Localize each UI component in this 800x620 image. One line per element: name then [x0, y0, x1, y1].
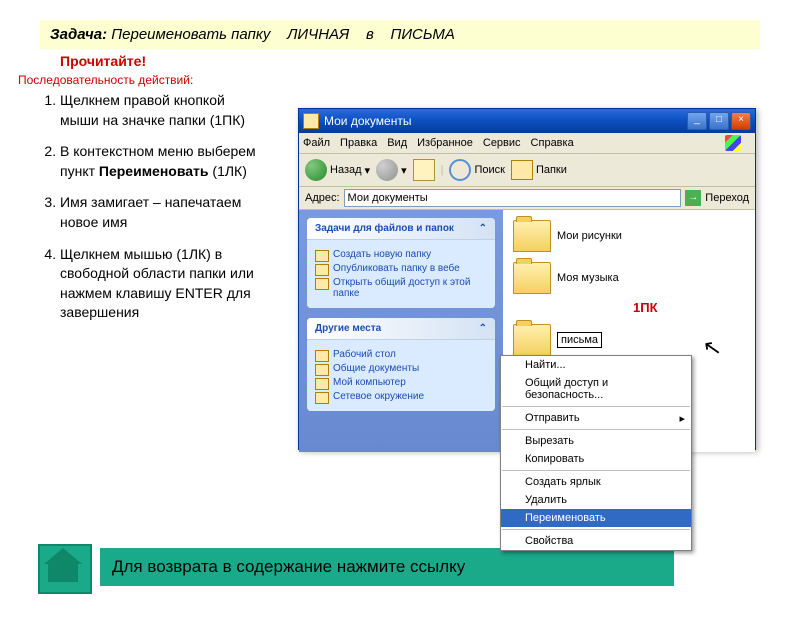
- separator: [502, 406, 690, 407]
- minimize-button[interactable]: _: [687, 112, 707, 130]
- menu-help[interactable]: Справка: [531, 137, 574, 149]
- tasks-header: Задачи для файлов и папок: [315, 223, 454, 234]
- footer-link[interactable]: Для возврата в содержание нажмите ссылку: [100, 548, 674, 586]
- step-3: Имя замигает – напечатаем новое имя: [60, 193, 260, 232]
- step-2: В контекстном меню выберем пункт Переиме…: [60, 142, 260, 181]
- places-header: Другие места: [315, 323, 381, 334]
- menu-edit[interactable]: Правка: [340, 137, 377, 149]
- home-button[interactable]: [38, 544, 92, 594]
- ctx-properties[interactable]: Свойства: [501, 532, 691, 550]
- task-to: ПИСЬМА: [390, 26, 454, 43]
- task-banner: Задача: Переименовать папку ЛИЧНАЯ в ПИС…: [40, 20, 760, 49]
- ctx-create-shortcut[interactable]: Создать ярлык: [501, 473, 691, 491]
- back-icon: [305, 159, 327, 181]
- windows-logo-icon: [725, 135, 741, 151]
- search-button[interactable]: Поиск: [449, 159, 504, 181]
- places-panel: Другие места ⌃ Рабочий стол Общие докумен…: [307, 318, 495, 411]
- separator: [502, 529, 690, 530]
- toolbar: Назад ▾ ▾ | Поиск Папки: [299, 154, 755, 187]
- up-button[interactable]: [413, 159, 435, 181]
- collapse-icon[interactable]: ⌃: [479, 223, 487, 234]
- tasks-panel: Задачи для файлов и папок ⌃ Создать новую…: [307, 218, 495, 308]
- folder-icon: [303, 113, 319, 129]
- task-link-publish[interactable]: Опубликовать папку в вебе: [315, 263, 487, 274]
- separator: [502, 470, 690, 471]
- menu-view[interactable]: Вид: [387, 137, 407, 149]
- context-menu: Найти... Общий доступ и безопасность... …: [500, 355, 692, 551]
- folder-my-music[interactable]: Моя музыка: [513, 262, 745, 294]
- address-bar: Адрес: → Переход: [299, 187, 755, 210]
- task-text: Переименовать папку: [111, 26, 270, 43]
- menu-favorites[interactable]: Избранное: [417, 137, 473, 149]
- task-mid: в: [366, 26, 374, 43]
- step-4: Щелкнем мышью (1ЛК) в свободной области …: [60, 245, 260, 323]
- maximize-button[interactable]: □: [709, 112, 729, 130]
- place-shared-docs[interactable]: Общие документы: [315, 363, 487, 374]
- place-desktop[interactable]: Рабочий стол: [315, 349, 487, 360]
- ctx-find[interactable]: Найти...: [501, 356, 691, 374]
- side-panel: Задачи для файлов и папок ⌃ Создать новую…: [299, 210, 503, 452]
- back-button[interactable]: Назад ▾: [305, 159, 370, 181]
- ctx-copy[interactable]: Копировать: [501, 450, 691, 468]
- folder-icon: [513, 220, 551, 252]
- separator: [502, 429, 690, 430]
- titlebar[interactable]: Мои документы _ □ ×: [299, 109, 755, 133]
- address-input[interactable]: [344, 189, 682, 207]
- forward-button[interactable]: ▾: [376, 159, 407, 181]
- menubar: Файл Правка Вид Избранное Сервис Справка: [299, 133, 755, 154]
- window-title: Мои документы: [324, 114, 411, 128]
- folder-icon: [513, 324, 551, 356]
- folder-icon: [513, 262, 551, 294]
- folders-button[interactable]: Папки: [511, 160, 567, 180]
- rename-input[interactable]: письма: [557, 332, 602, 348]
- ctx-sharing[interactable]: Общий доступ и безопасность...: [501, 374, 691, 404]
- task-label: Задача:: [50, 26, 107, 43]
- read-hint: Прочитайте!: [60, 53, 800, 69]
- place-network[interactable]: Сетевое окружение: [315, 391, 487, 402]
- task-link-new-folder[interactable]: Создать новую папку: [315, 249, 487, 260]
- ctx-send-to[interactable]: Отправить: [501, 409, 691, 427]
- address-label: Адрес:: [305, 192, 340, 204]
- menu-file[interactable]: Файл: [303, 137, 330, 149]
- ctx-rename[interactable]: Переименовать: [501, 509, 691, 527]
- annotation-1pk: 1ПК: [633, 300, 658, 315]
- task-from: ЛИЧНАЯ: [287, 26, 349, 43]
- steps-list: Щелкнем правой кнопкой мыши на значке па…: [40, 91, 260, 323]
- go-label[interactable]: Переход: [705, 192, 749, 204]
- search-icon: [449, 159, 471, 181]
- ctx-delete[interactable]: Удалить: [501, 491, 691, 509]
- step-1: Щелкнем правой кнопкой мыши на значке па…: [60, 91, 260, 130]
- collapse-icon[interactable]: ⌃: [479, 323, 487, 334]
- go-button[interactable]: →: [685, 190, 701, 206]
- folder-icon: [511, 160, 533, 180]
- folder-my-pictures[interactable]: Мои рисунки: [513, 220, 745, 252]
- task-link-share[interactable]: Открыть общий доступ к этой папке: [315, 277, 487, 299]
- place-my-computer[interactable]: Мой компьютер: [315, 377, 487, 388]
- forward-icon: [376, 159, 398, 181]
- ctx-cut[interactable]: Вырезать: [501, 432, 691, 450]
- close-button[interactable]: ×: [731, 112, 751, 130]
- sequence-label: Последовательность действий:: [18, 73, 800, 87]
- menu-tools[interactable]: Сервис: [483, 137, 521, 149]
